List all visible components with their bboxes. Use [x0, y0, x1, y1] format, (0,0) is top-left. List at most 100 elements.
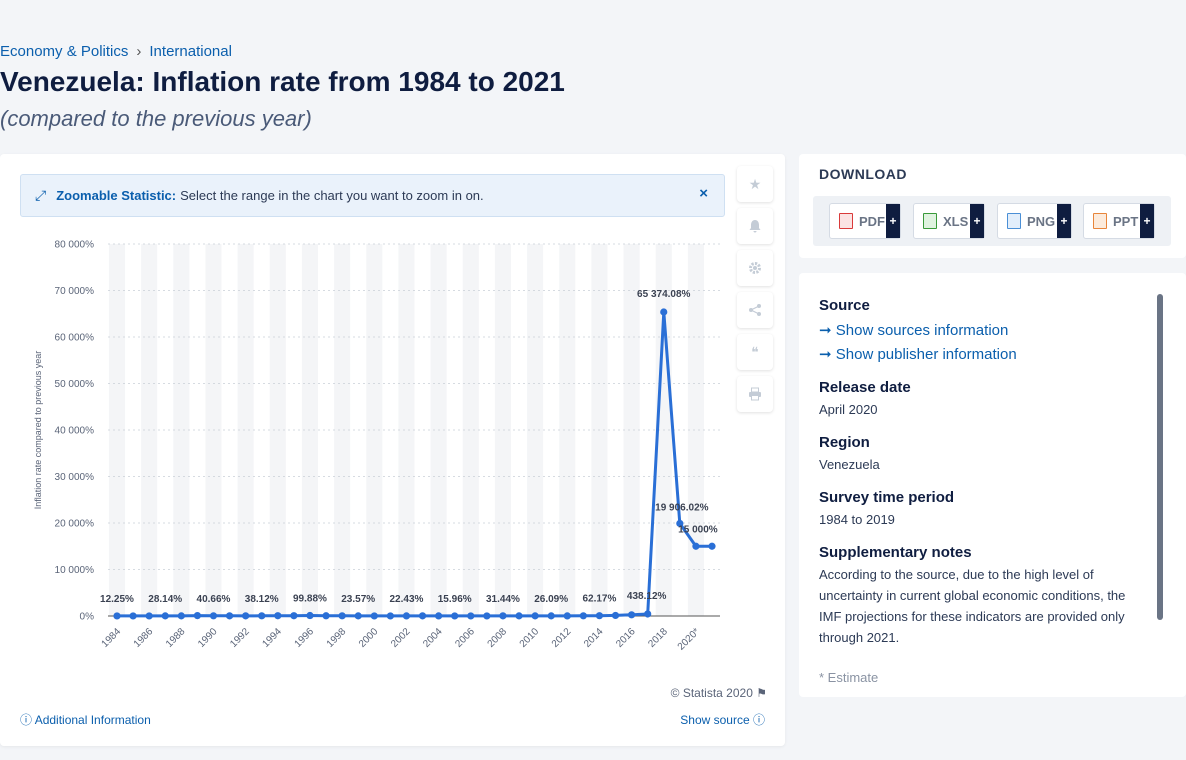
data-point	[611, 611, 620, 620]
data-point	[467, 612, 475, 620]
x-tick-label: 1990	[196, 626, 220, 650]
source-heading: Source	[819, 297, 870, 314]
pdf-file-icon	[839, 213, 853, 229]
data-point	[338, 612, 346, 620]
download-ppt-button[interactable]: PPT +	[1083, 203, 1155, 239]
data-point	[627, 611, 636, 619]
survey-period-value: 1984 to 2019	[819, 512, 895, 527]
download-row: PDF + XLS + PNG + PPT +	[813, 196, 1171, 246]
arrow-right-icon: ➞	[819, 346, 832, 363]
x-tick-label: 2010	[518, 626, 542, 650]
data-label: 31.44%	[486, 594, 520, 605]
info-icon: ⓘ	[20, 713, 33, 727]
data-point	[242, 612, 250, 620]
download-png-label: PNG	[1027, 213, 1056, 229]
scrollbar[interactable]	[1157, 294, 1163, 620]
data-point	[563, 612, 571, 620]
data-point	[209, 612, 218, 620]
data-point	[306, 611, 314, 620]
data-label: 12.25%	[100, 594, 134, 605]
data-point	[451, 612, 459, 620]
gear-icon[interactable]	[737, 250, 773, 286]
data-label: 38.12%	[245, 594, 279, 605]
copyright: © Statista 2020 ⚑	[671, 686, 767, 700]
y-tick-label: 70 000%	[55, 286, 95, 297]
breadcrumb-international[interactable]: International	[149, 43, 232, 60]
region-value: Venezuela	[819, 457, 880, 472]
data-point	[161, 612, 169, 620]
data-point	[386, 612, 394, 620]
data-point	[370, 612, 378, 620]
x-tick-label: 1984	[100, 626, 124, 650]
data-point	[692, 542, 700, 550]
release-date-value: April 2020	[819, 402, 878, 417]
arrow-right-icon: ➞	[819, 322, 832, 339]
data-label: 22.43%	[389, 594, 423, 605]
region-heading: Region	[819, 434, 870, 451]
bell-icon[interactable]	[737, 208, 773, 244]
download-xls-label: XLS	[943, 213, 969, 229]
additional-information-label: Additional Information	[34, 713, 151, 727]
star-icon[interactable]: ★	[737, 166, 773, 202]
page-subtitle: (compared to the previous year)	[0, 106, 312, 131]
show-sources-link[interactable]: ➞ Show sources information	[819, 321, 1008, 339]
download-card: DOWNLOAD PDF + XLS + PNG + PPT +	[799, 154, 1186, 258]
x-tick-label: 2012	[550, 626, 574, 650]
x-tick-label: 2006	[453, 626, 477, 650]
share-icon[interactable]	[737, 292, 773, 328]
plus-icon: +	[1057, 204, 1071, 238]
show-publisher-label: Show publisher information	[835, 346, 1017, 363]
download-png-button[interactable]: PNG +	[997, 203, 1072, 239]
breadcrumb: Economy & Politics › International	[0, 43, 232, 60]
flag-icon[interactable]: ⚑	[756, 686, 767, 700]
png-file-icon	[1007, 213, 1021, 229]
ppt-file-icon	[1093, 213, 1107, 229]
chart-band	[334, 244, 351, 616]
data-point	[644, 610, 652, 618]
show-publisher-link[interactable]: ➞ Show publisher information	[819, 345, 1017, 363]
y-tick-label: 20 000%	[55, 519, 95, 530]
download-pdf-label: PDF	[859, 213, 885, 229]
data-point	[499, 612, 507, 620]
y-tick-label: 80 000%	[55, 240, 95, 251]
data-label: 40.66%	[197, 594, 231, 605]
data-label: 15 000%	[678, 524, 718, 535]
download-xls-button[interactable]: XLS +	[913, 203, 985, 239]
data-point	[531, 612, 539, 620]
quote-icon[interactable]: ❝	[737, 334, 773, 370]
data-point	[225, 612, 234, 620]
chart-card: ⤢ Zoomable Statistic: Select the range i…	[0, 154, 785, 746]
data-point	[354, 612, 362, 620]
additional-information-link[interactable]: ⓘ Additional Information	[20, 711, 151, 728]
data-point	[579, 612, 587, 620]
chart-band	[559, 244, 576, 616]
data-label: 28.14%	[148, 594, 182, 605]
x-tick-label: 1996	[293, 626, 317, 650]
chart-band	[173, 244, 190, 616]
data-point	[435, 612, 443, 620]
download-title: DOWNLOAD	[819, 166, 907, 182]
y-tick-label: 40 000%	[55, 426, 95, 437]
data-point	[483, 612, 491, 620]
plus-icon: +	[970, 204, 984, 238]
download-pdf-button[interactable]: PDF +	[829, 203, 901, 239]
x-tick-label: 2000	[357, 626, 381, 650]
show-source-link[interactable]: Show source ⓘ	[680, 711, 765, 728]
line-chart[interactable]: 0% 10 000% 20 000% 30 000% 40 000% 50 000% 60 …	[0, 154, 785, 674]
estimate-note: * Estimate	[819, 670, 879, 685]
print-icon[interactable]	[737, 376, 773, 412]
x-tick-label: 2002	[389, 626, 413, 650]
breadcrumb-economy[interactable]: Economy & Politics	[0, 43, 128, 60]
xls-file-icon	[923, 213, 937, 229]
data-label: 19 906.02%	[655, 502, 708, 513]
x-tick-label: 2014	[582, 626, 606, 650]
x-tick-label: 2020*	[676, 626, 702, 652]
page-title: Venezuela: Inflation rate from 1984 to 2…	[0, 66, 565, 97]
data-label: 26.09%	[534, 594, 568, 605]
data-point	[708, 542, 716, 550]
data-label: 65 374.08%	[637, 289, 690, 300]
x-tick-label: 1988	[164, 626, 188, 650]
plus-icon: +	[886, 204, 900, 238]
copyright-text: © Statista 2020	[670, 686, 753, 700]
info-icon: ⓘ	[752, 713, 765, 727]
